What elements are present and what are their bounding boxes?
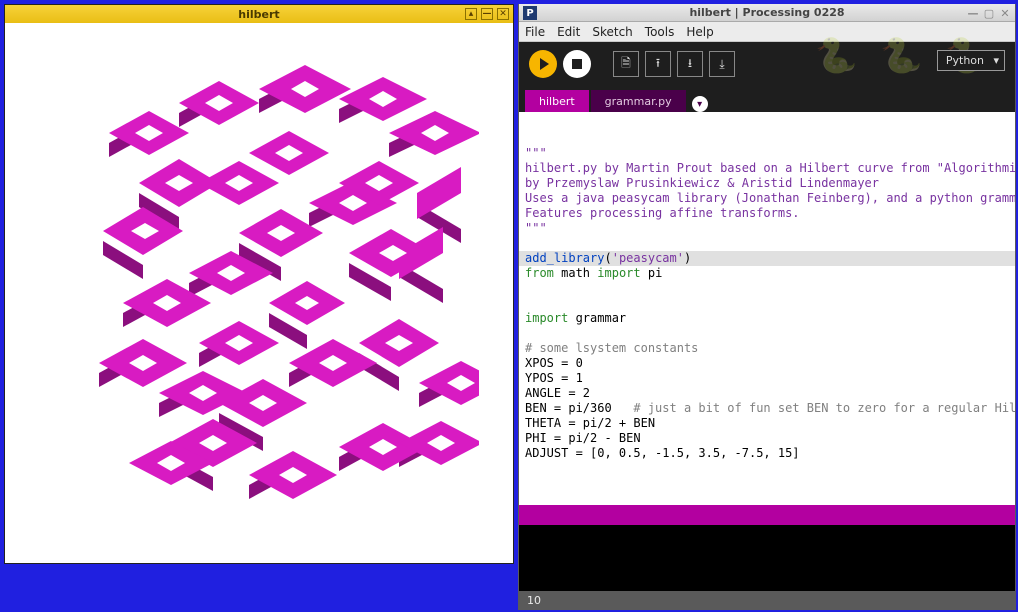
code-content: """ hilbert.py by Martin Prout based on … [519, 112, 1015, 465]
menu-tools[interactable]: Tools [645, 25, 675, 39]
console-output[interactable] [519, 525, 1015, 591]
sketch-canvas[interactable] [5, 23, 513, 563]
output-minimize-button[interactable]: — [481, 8, 493, 20]
output-roll-up-button[interactable]: ▴ [465, 8, 477, 20]
save-down-icon: ⭳ [688, 54, 692, 75]
ide-maximize-button[interactable]: ▢ [983, 7, 995, 19]
processing-app-icon: P [523, 6, 537, 20]
ide-title-text: hilbert | Processing 0228 [689, 6, 844, 19]
tab-grammar-py[interactable]: grammar.py [591, 90, 686, 112]
play-icon [540, 58, 549, 70]
output-title-text: hilbert [238, 8, 279, 21]
save-button[interactable]: ⭳ [677, 51, 703, 77]
tab-bar: hilbert grammar.py ▾ [519, 86, 1015, 112]
open-up-icon: ⭱ [656, 54, 660, 75]
hilbert-curve-render [39, 53, 479, 533]
processing-ide-window: P hilbert | Processing 0228 — ▢ ✕ File E… [518, 4, 1016, 610]
menu-help[interactable]: Help [686, 25, 713, 39]
ide-close-button[interactable]: ✕ [999, 7, 1011, 19]
tab-dropdown-button[interactable]: ▾ [692, 96, 708, 112]
ide-titlebar[interactable]: P hilbert | Processing 0228 — ▢ ✕ [519, 4, 1015, 22]
mode-selector-label: Python [946, 54, 984, 67]
toolbar: 🗎 ⭱ ⭳ ⤓ 🐍 🐍 🐍 Python [519, 42, 1015, 86]
new-sketch-button[interactable]: 🗎 [613, 51, 639, 77]
tab-hilbert[interactable]: hilbert [525, 90, 589, 112]
status-bar [519, 505, 1015, 525]
menu-edit[interactable]: Edit [557, 25, 580, 39]
mode-selector[interactable]: Python [937, 50, 1005, 71]
tab-label: hilbert [539, 95, 575, 108]
footer-bar: 10 [519, 591, 1015, 609]
stop-icon [572, 59, 582, 69]
export-icon: ⤓ [719, 57, 724, 72]
python-logo-icon: 🐍 [880, 36, 920, 76]
code-editor[interactable]: """ hilbert.py by Martin Prout based on … [519, 112, 1015, 505]
output-titlebar[interactable]: hilbert ▴ — ✕ [5, 5, 513, 23]
stop-button[interactable] [563, 50, 591, 78]
tab-label: grammar.py [605, 95, 672, 108]
menu-file[interactable]: File [525, 25, 545, 39]
chevron-down-icon: ▾ [697, 99, 702, 110]
hilbert-output-window: hilbert ▴ — ✕ [4, 4, 514, 564]
export-button[interactable]: ⤓ [709, 51, 735, 77]
line-number-indicator: 10 [527, 594, 541, 607]
run-button[interactable] [529, 50, 557, 78]
menu-sketch[interactable]: Sketch [592, 25, 632, 39]
open-button[interactable]: ⭱ [645, 51, 671, 77]
ide-minimize-button[interactable]: — [967, 7, 979, 19]
output-close-button[interactable]: ✕ [497, 8, 509, 20]
new-file-icon: 🗎 [621, 54, 631, 75]
python-logo-icon: 🐍 [815, 36, 855, 76]
